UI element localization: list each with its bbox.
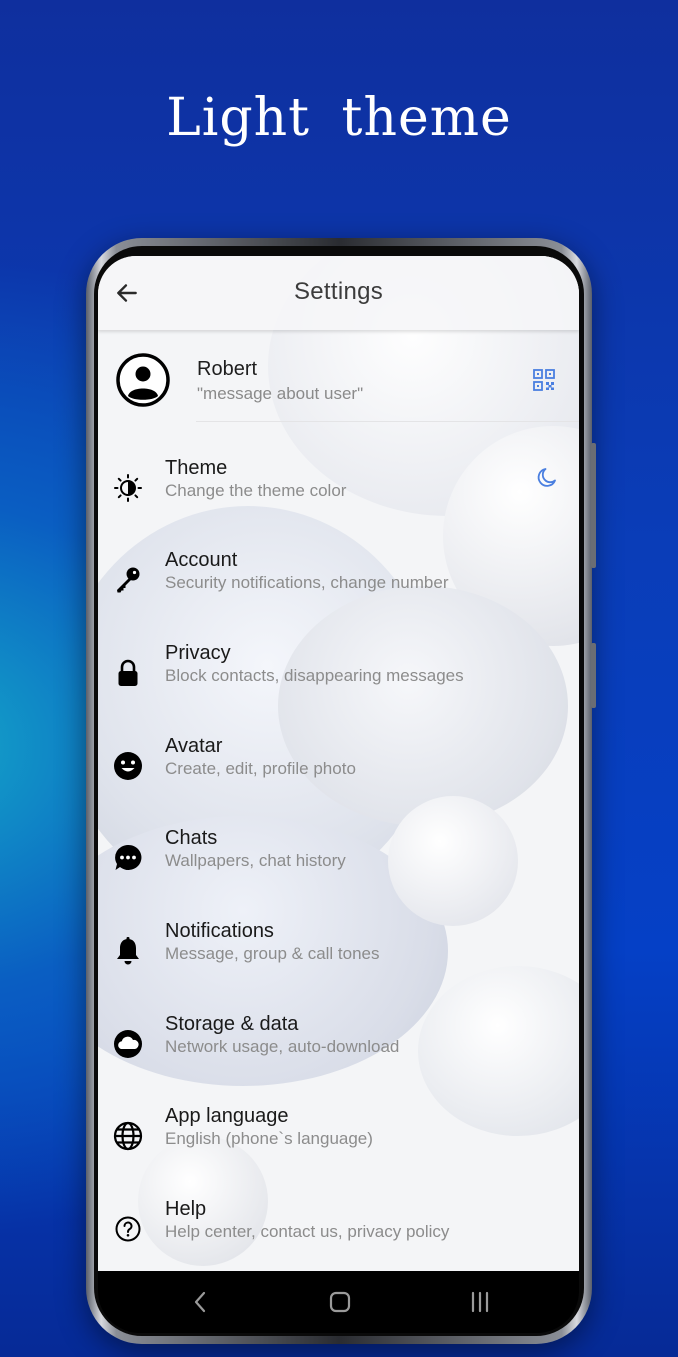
settings-item-subtitle: Create, edit, profile photo	[165, 759, 356, 778]
settings-item-title: Help	[165, 1198, 207, 1220]
settings-item-title: Account	[165, 549, 238, 571]
divider	[196, 421, 579, 422]
smiley-icon	[114, 752, 142, 780]
settings-item-title: Theme	[165, 457, 228, 479]
settings-item-title: Privacy	[165, 642, 231, 664]
settings-item-subtitle: Security notifications, change number	[165, 573, 449, 592]
avatar[interactable]	[116, 353, 170, 407]
nav-back-icon[interactable]	[188, 1289, 214, 1315]
settings-item-subtitle: Message, group & call tones	[165, 944, 380, 963]
settings-item-subtitle: English (phone`s language)	[165, 1129, 373, 1148]
cloud-icon	[114, 1030, 142, 1058]
page-title: Settings	[293, 278, 384, 305]
settings-item-title: App language	[165, 1105, 289, 1127]
settings-item-theme[interactable]: Theme Change the theme color	[98, 457, 579, 537]
settings-item-subtitle: Help center, contact us, privacy policy	[165, 1222, 450, 1241]
settings-item-language[interactable]: App language English (phone`s language)	[98, 1105, 579, 1185]
help-circle-icon	[115, 1216, 141, 1242]
nav-home-icon[interactable]	[327, 1289, 353, 1315]
profile-row[interactable]: Robert "message about user"	[98, 348, 579, 420]
profile-name: Robert	[197, 358, 258, 380]
settings-item-account[interactable]: Account Security notifications, change n…	[98, 549, 579, 629]
app-bar: Settings	[98, 256, 579, 330]
settings-item-subtitle: Change the theme color	[165, 481, 347, 500]
qr-code-icon[interactable]	[532, 368, 556, 392]
settings-item-help[interactable]: Help Help center, contact us, privacy po…	[98, 1198, 579, 1271]
settings-item-notifications[interactable]: Notifications Message, group & call tone…	[98, 920, 579, 1000]
settings-item-subtitle: Wallpapers, chat history	[165, 851, 346, 870]
theme-brightness-icon	[114, 474, 142, 502]
settings-item-title: Chats	[165, 827, 218, 849]
settings-item-chats[interactable]: Chats Wallpapers, chat history	[98, 827, 579, 907]
settings-item-avatar[interactable]: Avatar Create, edit, profile photo	[98, 735, 579, 815]
key-icon	[117, 567, 140, 593]
nav-recents-icon[interactable]	[467, 1289, 493, 1315]
settings-item-storage[interactable]: Storage & data Network usage, auto-downl…	[98, 1013, 579, 1093]
chat-bubble-icon	[115, 844, 142, 870]
moon-icon[interactable]	[535, 465, 559, 489]
settings-item-privacy[interactable]: Privacy Block contacts, disappearing mes…	[98, 642, 579, 722]
settings-item-title: Notifications	[165, 920, 274, 942]
settings-item-subtitle: Block contacts, disappearing messages	[165, 666, 464, 685]
bell-icon	[117, 937, 139, 965]
system-nav-bar	[98, 1271, 579, 1333]
lock-icon	[118, 659, 138, 686]
settings-item-title: Storage & data	[165, 1013, 299, 1035]
settings-item-title: Avatar	[165, 735, 223, 757]
profile-status: "message about user"	[197, 384, 364, 403]
globe-icon	[113, 1121, 143, 1151]
headline: Light theme	[166, 88, 512, 148]
settings-screen: Settings Robert "message about user" The…	[98, 256, 579, 1271]
settings-item-subtitle: Network usage, auto-download	[165, 1037, 400, 1056]
